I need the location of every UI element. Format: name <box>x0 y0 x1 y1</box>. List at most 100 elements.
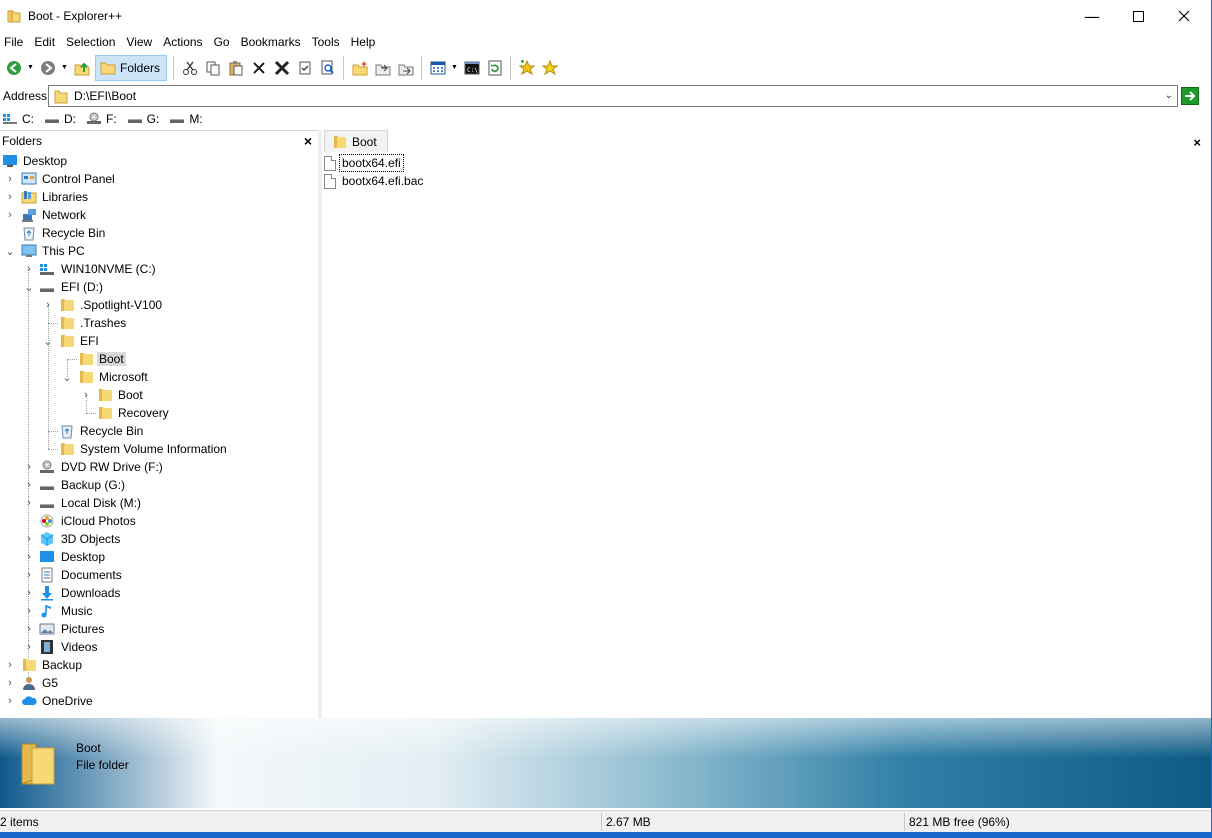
file-item[interactable]: bootx64.efi.bac <box>324 172 425 190</box>
drive-d[interactable]: D: <box>44 112 76 126</box>
menu-bookmarks[interactable]: Bookmarks <box>237 32 305 52</box>
close-button[interactable] <box>1161 0 1207 32</box>
up-button[interactable] <box>70 56 93 80</box>
views-button[interactable] <box>426 56 449 80</box>
tree-item-drive-c[interactable]: › WIN10NVME (C:) <box>0 260 318 278</box>
back-history-dropdown[interactable]: ▼ <box>25 56 36 80</box>
tree-item-videos[interactable]: › Videos <box>0 638 318 656</box>
tree-item-pictures[interactable]: › Pictures <box>0 620 318 638</box>
file-list[interactable]: bootx64.efi bootx64.efi.bac <box>322 152 1211 718</box>
drive-f[interactable]: F: <box>86 112 117 126</box>
command-prompt-button[interactable]: C:\ <box>460 56 483 80</box>
chevron-right-icon[interactable]: › <box>24 602 34 620</box>
paste-button[interactable] <box>224 56 247 80</box>
tree-item-system-volume-information[interactable]: System Volume Information <box>0 440 318 458</box>
tree-item-drive-d[interactable]: ⌄ EFI (D:) <box>0 278 318 296</box>
maximize-button[interactable] <box>1115 0 1161 32</box>
tree-item-recovery[interactable]: Recovery <box>0 404 318 422</box>
address-input[interactable]: D:\EFI\Boot ⌄ <box>48 85 1178 107</box>
tree-item-spotlight[interactable]: › .Spotlight-V100 <box>0 296 318 314</box>
cut-button[interactable] <box>178 56 201 80</box>
tree-item-drive-d-recycle-bin[interactable]: Recycle Bin <box>0 422 318 440</box>
menu-view[interactable]: View <box>122 32 156 52</box>
drive-m[interactable]: M: <box>169 112 203 126</box>
tree-item-backup[interactable]: › Backup <box>0 656 318 674</box>
tree-item-this-pc[interactable]: ⌄ This PC <box>0 242 318 260</box>
tab-boot[interactable]: Boot <box>324 130 388 152</box>
tree-item-network[interactable]: › Network <box>0 206 318 224</box>
tree-item-drive-m[interactable]: › Local Disk (M:) <box>0 494 318 512</box>
views-dropdown[interactable]: ▼ <box>449 56 460 80</box>
tree-item-drive-g[interactable]: › Backup (G:) <box>0 476 318 494</box>
drive-c[interactable]: C: <box>2 112 34 126</box>
chevron-right-icon[interactable]: › <box>43 296 53 314</box>
chevron-right-icon[interactable]: › <box>24 530 34 548</box>
chevron-right-icon[interactable]: › <box>5 170 15 188</box>
chevron-right-icon[interactable]: › <box>24 584 34 602</box>
menu-tools[interactable]: Tools <box>308 32 344 52</box>
back-button[interactable] <box>2 56 25 80</box>
tree-item-music[interactable]: › Music <box>0 602 318 620</box>
tree-item-drive-f[interactable]: › DVD RW Drive (F:) <box>0 458 318 476</box>
copy-to-button[interactable] <box>371 56 394 80</box>
chevron-right-icon[interactable]: › <box>24 458 34 476</box>
add-bookmark-button[interactable] <box>515 56 538 80</box>
chevron-right-icon[interactable]: › <box>5 692 15 710</box>
menu-actions[interactable]: Actions <box>159 32 206 52</box>
tree-item-pc-desktop[interactable]: › Desktop <box>0 548 318 566</box>
forward-button[interactable] <box>36 56 59 80</box>
close-folders-pane-button[interactable]: × <box>304 133 312 149</box>
chevron-right-icon[interactable]: › <box>24 548 34 566</box>
folders-toggle-button[interactable]: Folders <box>95 54 168 81</box>
tree-item-icloud-photos[interactable]: iCloud Photos <box>0 512 318 530</box>
close-tab-button[interactable]: × <box>1193 135 1201 150</box>
copy-button[interactable] <box>201 56 224 80</box>
menu-help[interactable]: Help <box>347 32 380 52</box>
new-folder-button[interactable] <box>348 56 371 80</box>
tree-item-microsoft-boot[interactable]: › Boot <box>0 386 318 404</box>
go-button[interactable] <box>1181 87 1199 105</box>
tree-item-onedrive[interactable]: › OneDrive <box>0 692 318 710</box>
tree-item-3d-objects[interactable]: › 3D Objects <box>0 530 318 548</box>
forward-history-dropdown[interactable]: ▼ <box>59 56 70 80</box>
tree-item-trashes[interactable]: .Trashes <box>0 314 318 332</box>
tree-item-microsoft[interactable]: ⌄ Microsoft <box>0 368 318 386</box>
chevron-right-icon[interactable]: › <box>5 656 15 674</box>
bookmarks-button[interactable] <box>538 56 561 80</box>
menu-file[interactable]: File <box>0 32 27 52</box>
title-bar[interactable]: Boot - Explorer++ — <box>0 0 1211 32</box>
chevron-right-icon[interactable]: › <box>24 260 34 278</box>
chevron-down-icon[interactable]: ⌄ <box>62 368 72 386</box>
chevron-right-icon[interactable]: › <box>24 620 34 638</box>
chevron-down-icon[interactable]: ⌄ <box>43 332 53 350</box>
chevron-down-icon[interactable]: ⌄ <box>1165 90 1173 101</box>
tree-item-boot-selected[interactable]: Boot <box>0 350 318 368</box>
drive-g[interactable]: G: <box>127 112 159 126</box>
chevron-right-icon[interactable]: › <box>24 566 34 584</box>
search-button[interactable] <box>316 56 339 80</box>
menu-selection[interactable]: Selection <box>62 32 119 52</box>
chevron-down-icon[interactable]: ⌄ <box>24 278 34 296</box>
tree-item-documents[interactable]: › Documents <box>0 566 318 584</box>
tree-item-libraries[interactable]: › Libraries <box>0 188 318 206</box>
file-item[interactable]: bootx64.efi <box>324 154 404 172</box>
tree-item-downloads[interactable]: › Downloads <box>0 584 318 602</box>
chevron-right-icon[interactable]: › <box>5 206 15 224</box>
chevron-right-icon[interactable]: › <box>5 188 15 206</box>
tree-item-desktop[interactable]: Desktop <box>0 152 318 170</box>
minimize-button[interactable]: — <box>1069 0 1115 32</box>
chevron-right-icon[interactable]: › <box>5 674 15 692</box>
tree-item-control-panel[interactable]: › Control Panel <box>0 170 318 188</box>
delete-button[interactable] <box>270 56 293 80</box>
tree-item-recycle-bin[interactable]: Recycle Bin <box>0 224 318 242</box>
refresh-button[interactable] <box>483 56 506 80</box>
tree-item-efi[interactable]: ⌄ EFI <box>0 332 318 350</box>
chevron-right-icon[interactable]: › <box>24 476 34 494</box>
menu-go[interactable]: Go <box>210 32 234 52</box>
chevron-right-icon[interactable]: › <box>81 386 91 404</box>
folder-tree[interactable]: Desktop › Control Panel › Libraries › Ne… <box>0 152 318 719</box>
menu-edit[interactable]: Edit <box>30 32 59 52</box>
tree-item-g5[interactable]: › G5 <box>0 674 318 692</box>
move-to-folder-button[interactable] <box>394 56 417 80</box>
chevron-right-icon[interactable]: › <box>24 494 34 512</box>
